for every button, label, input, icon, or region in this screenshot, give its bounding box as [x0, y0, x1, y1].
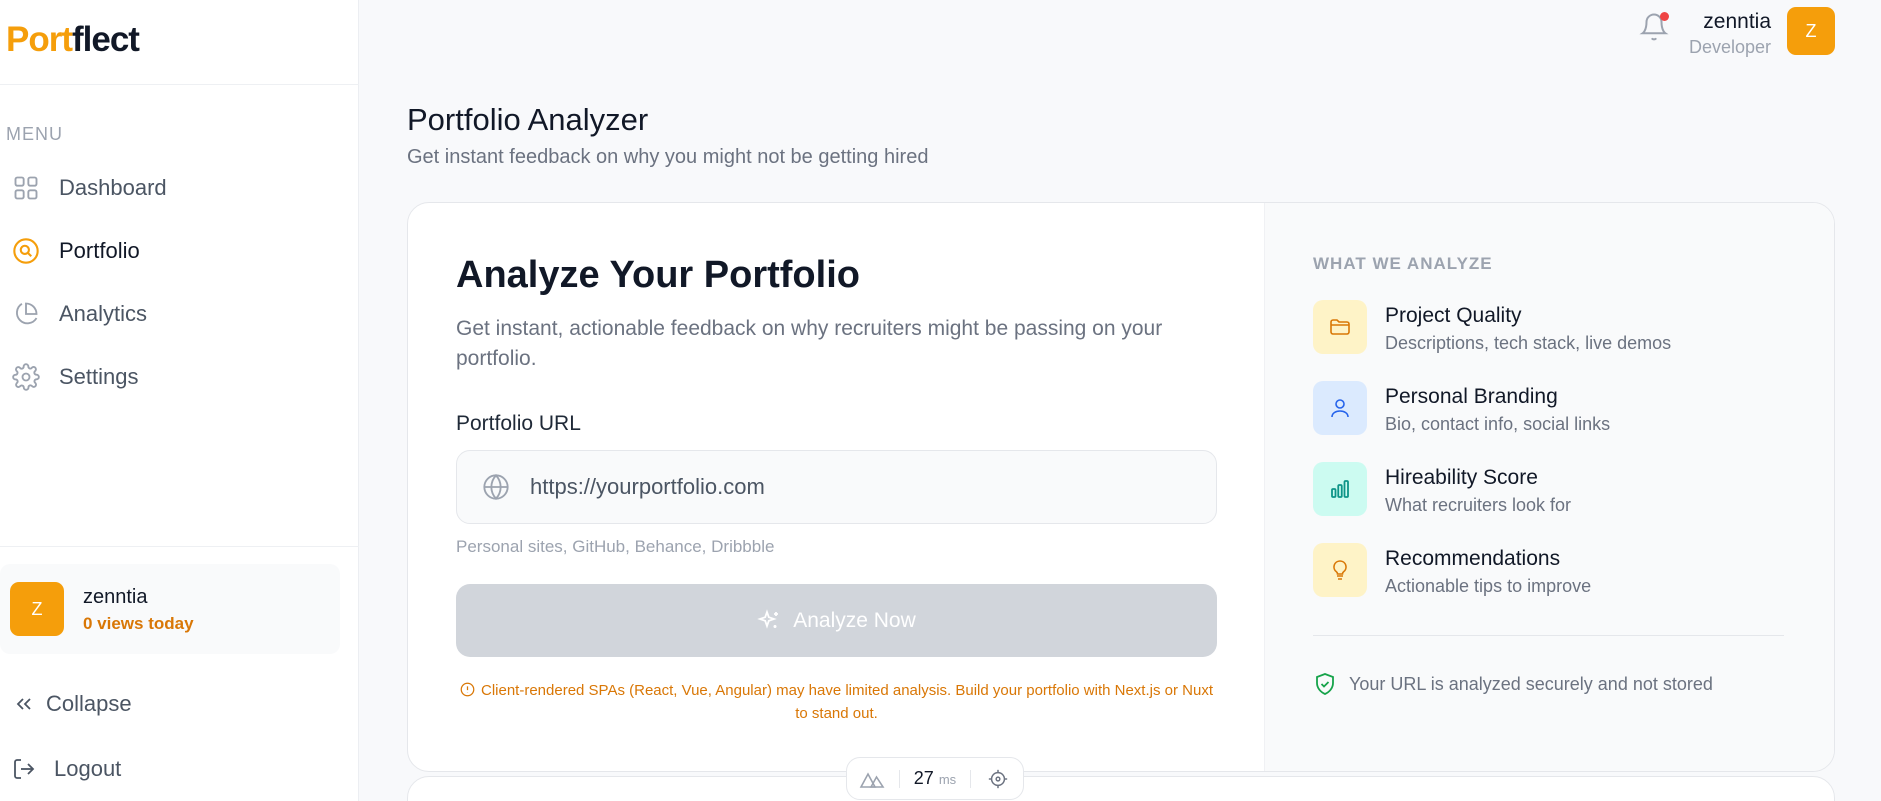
folder-icon	[1330, 319, 1350, 335]
next-section-card	[407, 776, 1835, 801]
feature-personal-branding: Personal Branding Bio, contact info, soc…	[1313, 381, 1793, 441]
url-hint: Personal sites, GitHub, Behance, Dribbbl…	[456, 537, 775, 556]
feature-icon-box	[1313, 543, 1367, 597]
feature-hireability-score: Hireability Score What recruiters look f…	[1313, 462, 1793, 522]
what-we-analyze-heading: WHAT WE ANALYZE	[1313, 254, 1493, 273]
sidebar-item-settings[interactable]: Settings	[0, 352, 359, 402]
pie-chart-icon	[16, 302, 38, 325]
bar-chart-icon	[1331, 480, 1349, 498]
url-label: Portfolio URL	[456, 412, 581, 435]
sidebar: Portflect MENU Dashboard Portfolio Analy…	[0, 0, 359, 801]
dev-tools-pill[interactable]: 27 ms	[846, 757, 1024, 800]
feature-desc: Descriptions, tech stack, live demos	[1385, 333, 1672, 353]
spa-warning: Client-rendered SPAs (React, Vue, Angula…	[456, 679, 1217, 725]
lightbulb-icon	[1333, 560, 1347, 580]
sidebar-item-label: Portfolio	[59, 238, 140, 263]
chevrons-left-icon	[16, 698, 31, 710]
divider	[898, 769, 900, 788]
feature-title: Personal Branding	[1385, 385, 1558, 408]
secure-note: Your URL is analyzed securely and not st…	[1313, 672, 1713, 696]
divider	[970, 769, 972, 788]
sidebar-item-label: Analytics	[59, 301, 148, 326]
user-icon	[1331, 399, 1349, 418]
logout-button[interactable]: Logout	[0, 747, 121, 791]
sidebar-item-portfolio[interactable]: Portfolio	[0, 226, 359, 276]
portfolio-url-input[interactable]	[530, 474, 1180, 500]
user-name: zenntia	[83, 586, 148, 608]
globe-icon	[483, 473, 509, 501]
feature-project-quality: Project Quality Descriptions, tech stack…	[1313, 300, 1793, 360]
feature-icon-box	[1313, 381, 1367, 435]
nuxt-logo-icon[interactable]	[859, 768, 885, 790]
feature-title: Project Quality	[1385, 304, 1522, 327]
logout-icon	[14, 759, 35, 779]
feature-icon-box	[1313, 462, 1367, 516]
sidebar-item-label: Dashboard	[59, 175, 167, 200]
brand-logo[interactable]: Portflect	[6, 20, 140, 60]
feature-icon-box	[1313, 300, 1367, 354]
user-views-today: 0 views today	[83, 614, 194, 633]
header-user-name: zenntia	[1703, 10, 1771, 33]
render-time: 27 ms	[914, 768, 956, 789]
feature-title: Hireability Score	[1385, 466, 1538, 489]
search-circle-icon	[13, 238, 39, 264]
render-time-value: 27	[913, 768, 934, 788]
info-circle-icon	[460, 682, 475, 697]
analyze-now-label: Analyze Now	[793, 608, 916, 632]
header-avatar[interactable]: Z	[1787, 7, 1835, 55]
secure-note-text: Your URL is analyzed securely and not st…	[1349, 673, 1713, 694]
analyzer-card: Analyze Your Portfolio Get instant, acti…	[407, 202, 1835, 772]
divider	[0, 546, 359, 547]
render-time-unit: ms	[938, 772, 957, 787]
feature-desc: What recruiters look for	[1385, 495, 1572, 515]
feature-recommendations: Recommendations Actionable tips to impro…	[1313, 543, 1793, 603]
collapse-button[interactable]: Collapse	[0, 682, 132, 726]
sidebar-item-dashboard[interactable]: Dashboard	[0, 163, 359, 213]
header-user-role: Developer	[1688, 37, 1771, 57]
url-input-wrapper[interactable]	[456, 450, 1217, 524]
logout-label: Logout	[54, 756, 122, 781]
menu-label: MENU	[6, 124, 63, 144]
logo-part-2: flect	[72, 20, 140, 59]
page-title: Portfolio Analyzer	[407, 102, 649, 137]
grid-icon	[14, 176, 38, 200]
collapse-label: Collapse	[46, 691, 132, 716]
analyze-now-button[interactable]: Analyze Now	[456, 584, 1217, 657]
sparkles-icon	[757, 608, 779, 629]
shield-check-icon	[1316, 673, 1334, 695]
logo-part-1: Port	[6, 20, 73, 59]
sidebar-item-analytics[interactable]: Analytics	[0, 289, 359, 339]
feature-desc: Bio, contact info, social links	[1385, 414, 1611, 434]
crosshair-icon[interactable]	[985, 768, 1011, 790]
analyzer-description: Get instant, actionable feedback on why …	[456, 317, 1163, 370]
avatar: Z	[10, 582, 64, 636]
sidebar-user-card[interactable]: Z zenntia 0 views today	[0, 564, 340, 654]
gear-icon	[12, 363, 40, 391]
notification-dot	[1660, 12, 1669, 21]
what-we-analyze-panel: WHAT WE ANALYZE Project Quality Descript…	[1264, 203, 1834, 771]
analyzer-title: Analyze Your Portfolio	[456, 254, 860, 296]
sidebar-item-label: Settings	[59, 364, 139, 389]
feature-desc: Actionable tips to improve	[1385, 576, 1592, 596]
feature-title: Recommendations	[1385, 547, 1561, 570]
divider	[0, 84, 359, 85]
spa-warning-text: Client-rendered SPAs (React, Vue, Angula…	[481, 682, 1213, 722]
notifications-button[interactable]	[1639, 12, 1669, 42]
page-subtitle: Get instant feedback on why you might no…	[407, 146, 929, 168]
divider	[1313, 635, 1784, 636]
